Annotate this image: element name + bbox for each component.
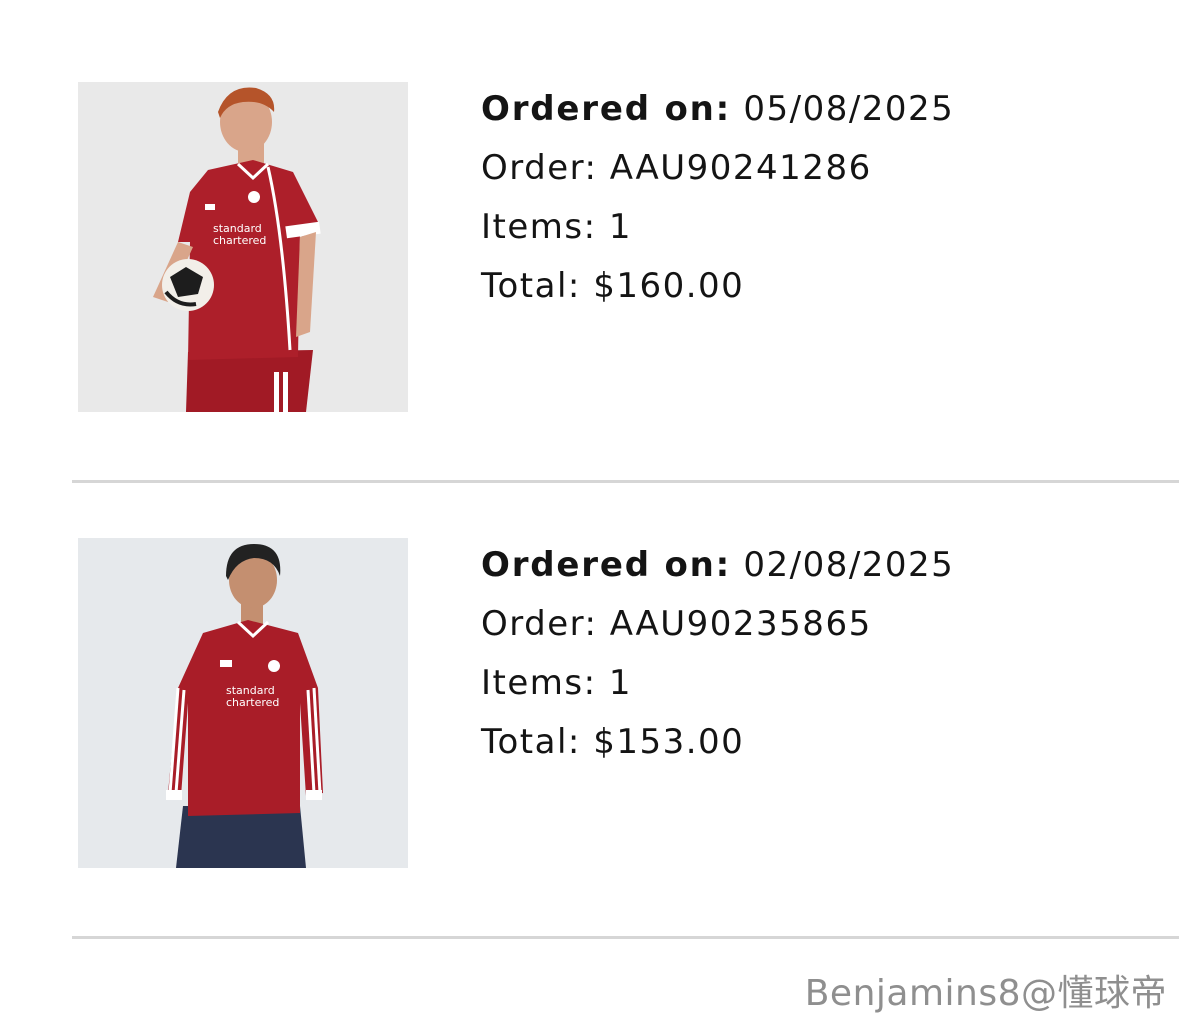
divider	[72, 936, 1179, 939]
ordered-on-row: Ordered on: 05/08/2025	[481, 80, 954, 139]
product-image[interactable]: standard chartered	[78, 82, 408, 412]
total-value: $160.00	[593, 266, 745, 306]
total-label: Total:	[481, 266, 581, 306]
order-card[interactable]: standard chartered Ordered on: 02/08/202…	[0, 456, 1179, 912]
ordered-on-date: 05/08/2025	[743, 89, 955, 129]
ordered-on-date: 02/08/2025	[743, 545, 955, 585]
ordered-on-row: Ordered on: 02/08/2025	[481, 536, 954, 595]
order-number-row: Order: AAU90241286	[481, 139, 954, 198]
order-card[interactable]: standard chartered Ordered on: 05/08/202…	[0, 0, 1179, 456]
ordered-on-label: Ordered on:	[481, 545, 732, 585]
order-number: AAU90241286	[609, 148, 872, 188]
order-label: Order:	[481, 604, 598, 644]
svg-text:chartered: chartered	[213, 234, 266, 247]
order-label: Order:	[481, 148, 598, 188]
items-row: Items: 1	[481, 198, 954, 257]
watermark: Benjamins8@懂球帝	[804, 973, 1167, 1014]
order-number-row: Order: AAU90235865	[481, 595, 954, 654]
items-count: 1	[608, 663, 633, 703]
product-image[interactable]: standard chartered	[78, 538, 408, 868]
total-value: $153.00	[593, 722, 745, 762]
order-details: Ordered on: 02/08/2025 Order: AAU9023586…	[481, 536, 954, 772]
items-label: Items:	[481, 663, 597, 703]
items-label: Items:	[481, 207, 597, 247]
total-label: Total:	[481, 722, 581, 762]
svg-text:chartered: chartered	[226, 696, 279, 709]
total-row: Total: $153.00	[481, 713, 954, 772]
items-row: Items: 1	[481, 654, 954, 713]
items-count: 1	[608, 207, 633, 247]
order-number: AAU90235865	[609, 604, 872, 644]
ordered-on-label: Ordered on:	[481, 89, 732, 129]
total-row: Total: $160.00	[481, 257, 954, 316]
order-details: Ordered on: 05/08/2025 Order: AAU9024128…	[481, 80, 954, 316]
